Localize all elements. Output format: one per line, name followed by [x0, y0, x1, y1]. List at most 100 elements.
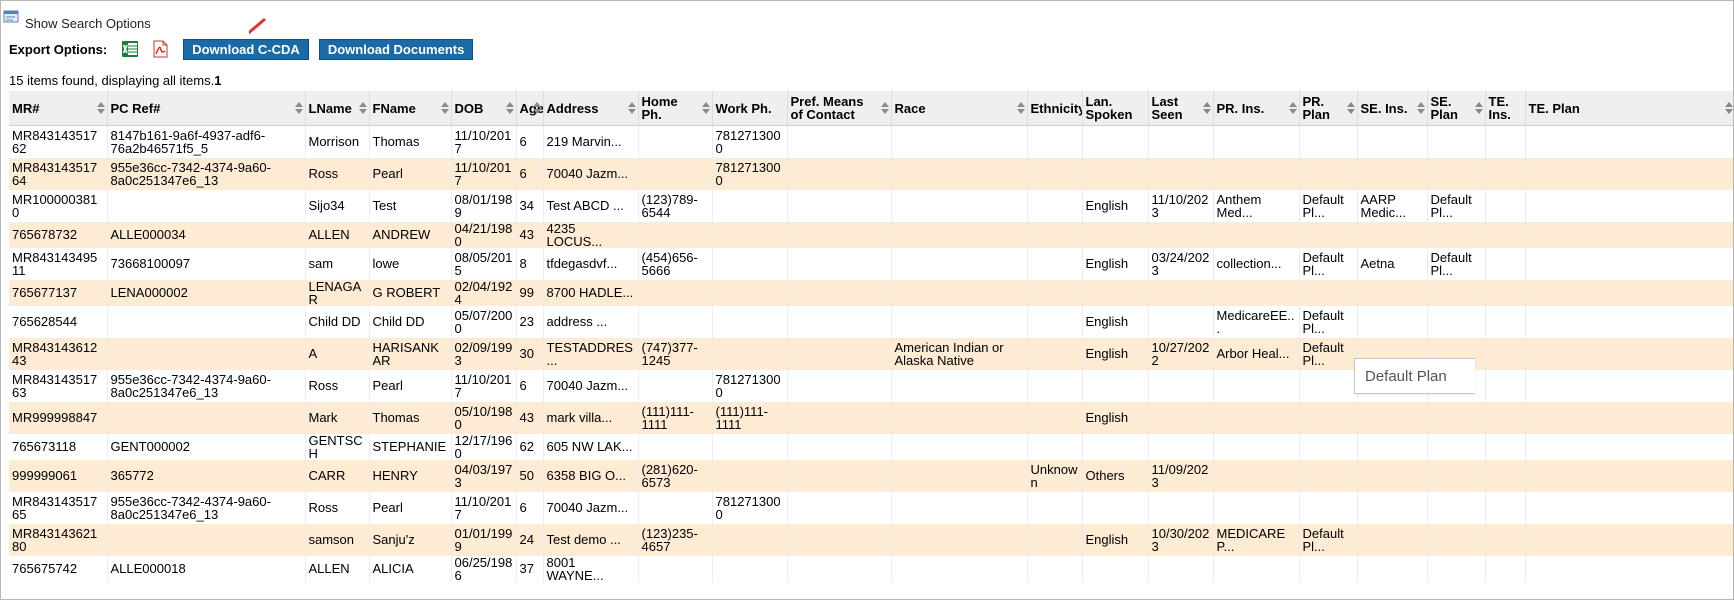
table-cell: English [1082, 401, 1149, 434]
sort-icon[interactable] [1474, 102, 1483, 114]
table-cell: sam [305, 247, 370, 280]
column-header-label: DOB [454, 100, 484, 116]
column-header[interactable]: MR# [9, 91, 108, 126]
table-cell [1027, 433, 1083, 460]
table-cell: MR999998847 [9, 401, 108, 434]
column-header[interactable]: Address [543, 91, 639, 126]
table-row[interactable]: 765673118 GENT000002 GENTSCH STEPHANIE 12/17… [9, 433, 1733, 460]
table-row[interactable]: 765675742 ALLE000018 ALLEN ALICIA 06/25/1986… [9, 555, 1733, 582]
table-cell [1485, 189, 1526, 222]
table-cell [1213, 157, 1300, 190]
table-row[interactable]: 765628544 Child DD Child DD 05/07/2000 23 add… [9, 305, 1733, 338]
table-cell [787, 459, 892, 492]
red-arrow-annotation [249, 17, 266, 35]
table-cell: 01/01/1999 [451, 523, 517, 556]
table-cell [787, 305, 892, 338]
table-cell: Anthem Med... [1213, 189, 1300, 222]
sort-icon[interactable] [358, 102, 367, 114]
table-cell [1485, 221, 1526, 248]
sort-icon[interactable] [1416, 102, 1425, 114]
column-header[interactable]: Last Seen [1148, 91, 1214, 126]
table-cell [712, 337, 788, 370]
sort-icon[interactable] [1724, 102, 1733, 114]
table-row[interactable]: MR1000003810 Sijo34 Test 08/01/1989 34 Test A… [9, 189, 1733, 222]
sort-icon[interactable] [505, 102, 514, 114]
sort-icon[interactable] [1346, 102, 1355, 114]
table-cell [107, 189, 306, 222]
excel-icon[interactable] [121, 40, 139, 58]
sort-icon[interactable] [627, 102, 636, 114]
sort-icon[interactable] [1202, 102, 1211, 114]
sort-icon[interactable] [96, 102, 105, 114]
table-cell: 6 [516, 369, 544, 402]
table-row[interactable]: MR84314351765 955e36cc-7342-4374-9a60-8a0… [9, 491, 1733, 524]
show-search-options[interactable]: Show Search Options [3, 10, 151, 33]
table-cell: MR84314351764 [9, 157, 108, 190]
table-cell [891, 433, 1028, 460]
show-search-options-label[interactable]: Show Search Options [25, 16, 151, 31]
table-row[interactable]: 765678732 ALLE000034 ALLEN ANDREW 04/21/1980… [9, 221, 1733, 248]
table-cell [107, 305, 306, 338]
table-cell: Thomas [369, 125, 452, 158]
table-cell [1027, 247, 1083, 280]
column-header-label: SE. Ins. [1360, 100, 1408, 116]
column-header[interactable]: Work Ph. [712, 91, 788, 126]
table-cell [1485, 523, 1526, 556]
table-row[interactable]: MR84314351762 8147b161-9a6f-4937-adf6-76a… [9, 125, 1733, 158]
table-cell: GENTSCH [305, 433, 370, 460]
sort-icon[interactable] [532, 102, 541, 114]
sort-icon[interactable] [440, 102, 449, 114]
table-cell [638, 491, 713, 524]
column-header[interactable]: Race [891, 91, 1028, 126]
table-cell: 08/05/2015 [451, 247, 517, 280]
sort-icon[interactable] [1288, 102, 1297, 114]
column-header[interactable]: Pref. Means of Contact [787, 91, 892, 126]
table-cell [1525, 305, 1733, 338]
page-number[interactable]: 1 [214, 73, 221, 88]
sort-icon[interactable] [880, 102, 889, 114]
column-header[interactable]: SE. Ins. [1357, 91, 1428, 126]
column-header[interactable]: Ethnicity [1027, 91, 1083, 126]
table-cell: 70040 Jazm... [543, 369, 639, 402]
table-row[interactable]: 765677137 LENA000002 LENAGAR G ROBERT 02/04/… [9, 279, 1733, 306]
column-header[interactable]: Home Ph. [638, 91, 713, 126]
table-cell [1148, 433, 1214, 460]
table-cell: 50 [516, 459, 544, 492]
table-row[interactable]: 999999061 365772 CARR HENRY 04/03/1973 50 6358… [9, 459, 1733, 492]
table-row[interactable]: MR84314362180 samson Sanju'z 01/01/1999 24 Te… [9, 523, 1733, 556]
sort-icon[interactable] [701, 102, 710, 114]
table-cell: Ross [305, 157, 370, 190]
sort-icon[interactable] [294, 102, 303, 114]
table-cell [1213, 279, 1300, 306]
table-row[interactable]: MR84314351764 955e36cc-7342-4374-9a60-8a0… [9, 157, 1733, 190]
table-row[interactable]: MR84314349511 73668100097 sam lowe 08/05/201… [9, 247, 1733, 280]
table-cell: (123)789-6544 [638, 189, 713, 222]
patient-table: MR# PC Ref# LName FName DOB Age Address Home Ph… [9, 91, 1733, 582]
column-header[interactable]: FName [369, 91, 452, 126]
table-cell [1525, 523, 1733, 556]
pdf-icon[interactable] [151, 40, 169, 58]
column-header[interactable]: PR. Ins. [1213, 91, 1300, 126]
table-cell: Ross [305, 491, 370, 524]
column-header[interactable]: PC Ref# [107, 91, 306, 126]
download-documents-button[interactable]: Download Documents [318, 38, 474, 60]
table-cell [787, 221, 892, 248]
table-cell [891, 305, 1028, 338]
table-row[interactable]: MR999998847 Mark Thomas 05/10/1980 43 mark vi… [9, 401, 1733, 434]
column-header[interactable]: LName [305, 91, 370, 126]
column-header[interactable]: SE. Plan [1427, 91, 1486, 126]
table-cell: MR84314361243 [9, 337, 108, 370]
table-cell [1299, 491, 1358, 524]
column-header[interactable]: Age [516, 91, 544, 126]
sort-icon[interactable] [1016, 102, 1025, 114]
tooltip: Default Plan [1354, 358, 1475, 394]
column-header[interactable]: DOB [451, 91, 517, 126]
column-header[interactable]: TE. Ins. [1485, 91, 1526, 126]
table-body: MR84314351762 8147b161-9a6f-4937-adf6-76a… [9, 125, 1733, 582]
table-row[interactable]: MR84314361243 A HARISANKAR 02/09/1993 30 TEST… [9, 337, 1733, 370]
column-header[interactable]: PR. Plan [1299, 91, 1358, 126]
table-cell [1213, 369, 1300, 402]
table-row[interactable]: MR84314351763 955e36cc-7342-4374-9a60-8a0… [9, 369, 1733, 402]
column-header[interactable]: Lan. Spoken [1082, 91, 1149, 126]
column-header[interactable]: TE. Plan [1525, 91, 1733, 126]
